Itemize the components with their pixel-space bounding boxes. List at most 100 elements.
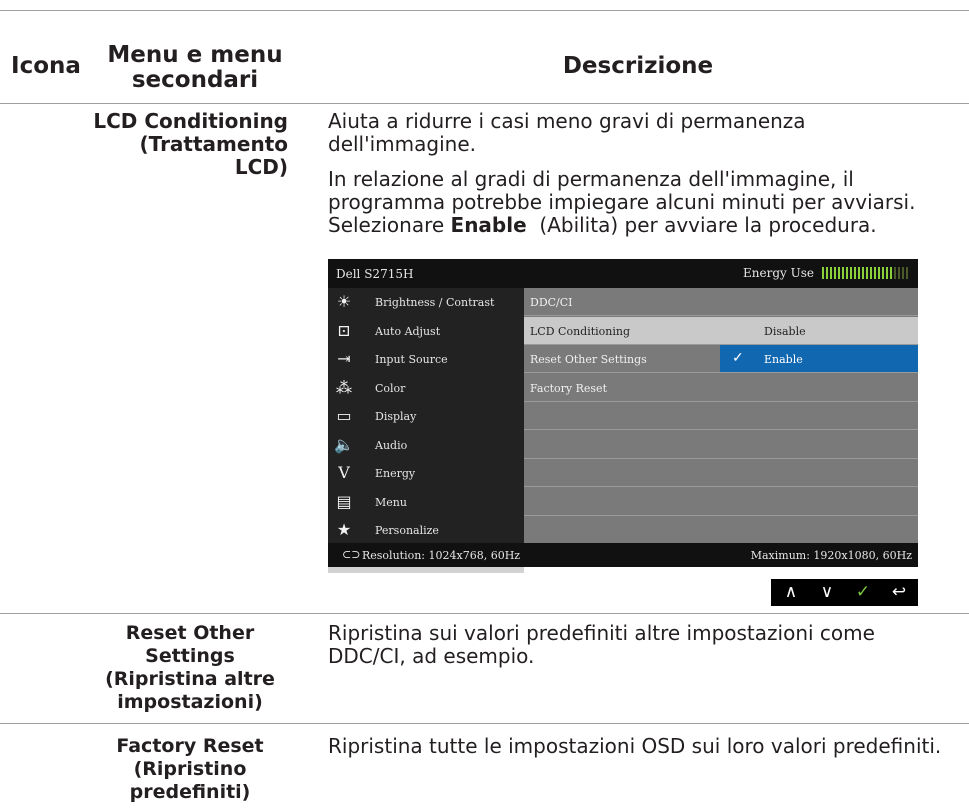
osd-submenu-row — [524, 402, 918, 430]
osd-menu-item[interactable]: 🔈 Audio — [328, 431, 524, 459]
top-rule — [0, 10, 969, 11]
energy-bar-segment — [866, 267, 868, 279]
energy-bar-segment — [890, 267, 892, 279]
option-enable-label: Enable — [764, 353, 803, 366]
energy-bar-segment — [882, 267, 884, 279]
osd-navigation-bar: ∧ ∨ ✓ ↩ — [771, 579, 918, 606]
up-icon[interactable]: ∧ — [773, 579, 809, 606]
osd-submenu-label: Factory Reset — [530, 381, 607, 395]
energy-bar-segment — [862, 267, 864, 279]
item-name-factory-reset: Factory Reset (Ripristino predefiniti) — [116, 735, 264, 803]
energy-bar-segment — [842, 267, 844, 279]
osd-menu-label: Menu — [375, 495, 407, 509]
osd-submenu-row[interactable]: LCD Conditioning Disable — [524, 316, 918, 345]
energy-icon: V — [338, 463, 350, 482]
row-rule-1 — [0, 613, 969, 614]
energy-bar-segment — [822, 267, 824, 279]
osd-submenu-label: DDC/CI — [530, 296, 573, 309]
energy-bar-segment — [902, 267, 904, 279]
desc-lcd-3-post: (Abilita) per avviare la procedura. — [526, 213, 877, 237]
back-icon[interactable]: ↩ — [881, 579, 917, 606]
osd-submenu-row[interactable]: Factory Reset — [524, 374, 918, 402]
desc-reset-other: Ripristina sui valori predefiniti altre … — [328, 621, 875, 668]
speaker-icon: 🔈 — [334, 434, 354, 454]
option-disable[interactable]: Disable — [720, 317, 918, 344]
checkmark-icon: ✓ — [732, 350, 744, 366]
osd-model: Dell S2715H — [336, 267, 414, 281]
osd-title-bar: Dell S2715H Energy Use — [328, 259, 918, 288]
header-rule — [0, 103, 969, 104]
energy-bar-segment — [846, 267, 848, 279]
header-description: Descrizione — [562, 53, 714, 79]
osd-menu-item[interactable]: ▭ Display — [328, 402, 524, 430]
row-rule-2 — [0, 723, 969, 724]
energy-bar-segment — [870, 267, 872, 279]
osd-menu-item[interactable]: ⊡ Auto Adjust — [328, 317, 524, 345]
osd-menu-label: Personalize — [375, 524, 439, 537]
osd-submenu-row[interactable]: DDC/CI — [524, 288, 918, 316]
osd-menu-label: Brightness / Contrast — [375, 296, 495, 309]
osd-main-menu: ☀ Brightness / Contrast ⊡ Auto Adjust ⇥ Input… — [328, 288, 524, 573]
desc-lcd-2: In relazione al gradi di permanenza dell… — [328, 167, 916, 214]
energy-bar-segment — [830, 267, 832, 279]
energy-bar-segment — [894, 267, 896, 279]
energy-bar-segment — [826, 267, 828, 279]
osd-submenu-label: Reset Other Settings — [530, 353, 647, 366]
energy-bar-segment — [838, 267, 840, 279]
header-menu: Menu e menu secondari — [107, 42, 283, 93]
check-icon[interactable]: ✓ — [845, 579, 881, 606]
option-enable[interactable]: ✓ Enable — [720, 345, 918, 372]
option-disable-label: Disable — [764, 324, 806, 338]
down-icon[interactable]: ∨ — [809, 579, 845, 606]
osd-submenu-label: LCD Conditioning — [530, 324, 631, 338]
osd-submenu: DDC/CI LCD Conditioning Disable Reset Other… — [524, 288, 918, 544]
desc-lcd-1: Aiuta a ridurre i casi meno gravi di per… — [328, 109, 806, 156]
energy-label: Energy Use — [743, 266, 814, 280]
osd-menu-label: Color — [375, 381, 406, 395]
osd-menu-item[interactable]: V Energy — [328, 459, 524, 487]
resolution-text: Resolution: 1024x768, 60Hz — [362, 549, 521, 562]
item-name-reset-other-settings: Reset Other Settings (Ripristina altre i… — [105, 622, 275, 713]
osd-menu-item[interactable]: ⁂ Color — [328, 374, 524, 402]
osd-footer: ⊂⊃ Resolution: 1024x768, 60Hz Maximum: 1… — [328, 543, 918, 567]
maximum-text: Maximum: 1920x1080, 60Hz — [750, 549, 912, 562]
energy-bar-segment — [886, 267, 888, 279]
energy-bar-segment — [906, 267, 908, 279]
osd-menu-label: Audio — [375, 438, 408, 452]
energy-bars — [822, 267, 908, 279]
energy-bar-segment — [874, 267, 876, 279]
energy-bar-segment — [898, 267, 900, 279]
energy-meter: Energy Use — [743, 266, 908, 280]
item-name-lcd-conditioning: LCD Conditioning (Trattamento LCD) — [93, 109, 288, 179]
enable-keyword: Enable — [450, 213, 527, 237]
input-source-icon: ⇥ — [337, 349, 351, 368]
desc-lcd-3: Selezionare Enable (Abilita) per avviare… — [328, 214, 948, 237]
energy-bar-segment — [878, 267, 880, 279]
energy-bar-segment — [854, 267, 856, 279]
osd-submenu-row[interactable]: Reset Other Settings ✓ Enable — [524, 345, 918, 373]
osd-submenu-row — [524, 431, 918, 459]
monitor-icon: ⊂⊃ — [342, 548, 361, 561]
energy-bar-segment — [834, 267, 836, 279]
header-icon: Icona — [11, 53, 81, 79]
osd-menu-item[interactable]: ▤ Menu — [328, 488, 524, 516]
display-icon: ▭ — [336, 406, 352, 425]
osd-menu-item[interactable]: ★ Personalize — [328, 516, 524, 544]
desc-factory-reset: Ripristina tutte le impostazioni OSD sui… — [328, 734, 942, 758]
menu-icon: ▤ — [336, 491, 352, 511]
sun-icon: ☀ — [336, 292, 352, 311]
osd-menu-label: Energy — [375, 467, 416, 480]
energy-bar-segment — [850, 267, 852, 279]
osd-submenu-row — [524, 488, 918, 516]
osd-submenu-row — [524, 516, 918, 544]
osd-screenshot: Dell S2715H Energy Use ☀ Brightness / Con… — [328, 259, 918, 573]
energy-bar-segment — [858, 267, 860, 279]
osd-menu-item[interactable]: ☀ Brightness / Contrast — [328, 288, 524, 316]
osd-submenu-row — [524, 459, 918, 487]
osd-menu-item[interactable]: ⇥ Input Source — [328, 345, 524, 373]
osd-menu-label: Input Source — [375, 353, 448, 366]
star-icon: ★ — [336, 520, 352, 539]
osd-menu-label: Auto Adjust — [375, 324, 441, 338]
color-icon: ⁂ — [336, 377, 352, 397]
auto-adjust-icon: ⊡ — [337, 320, 351, 340]
